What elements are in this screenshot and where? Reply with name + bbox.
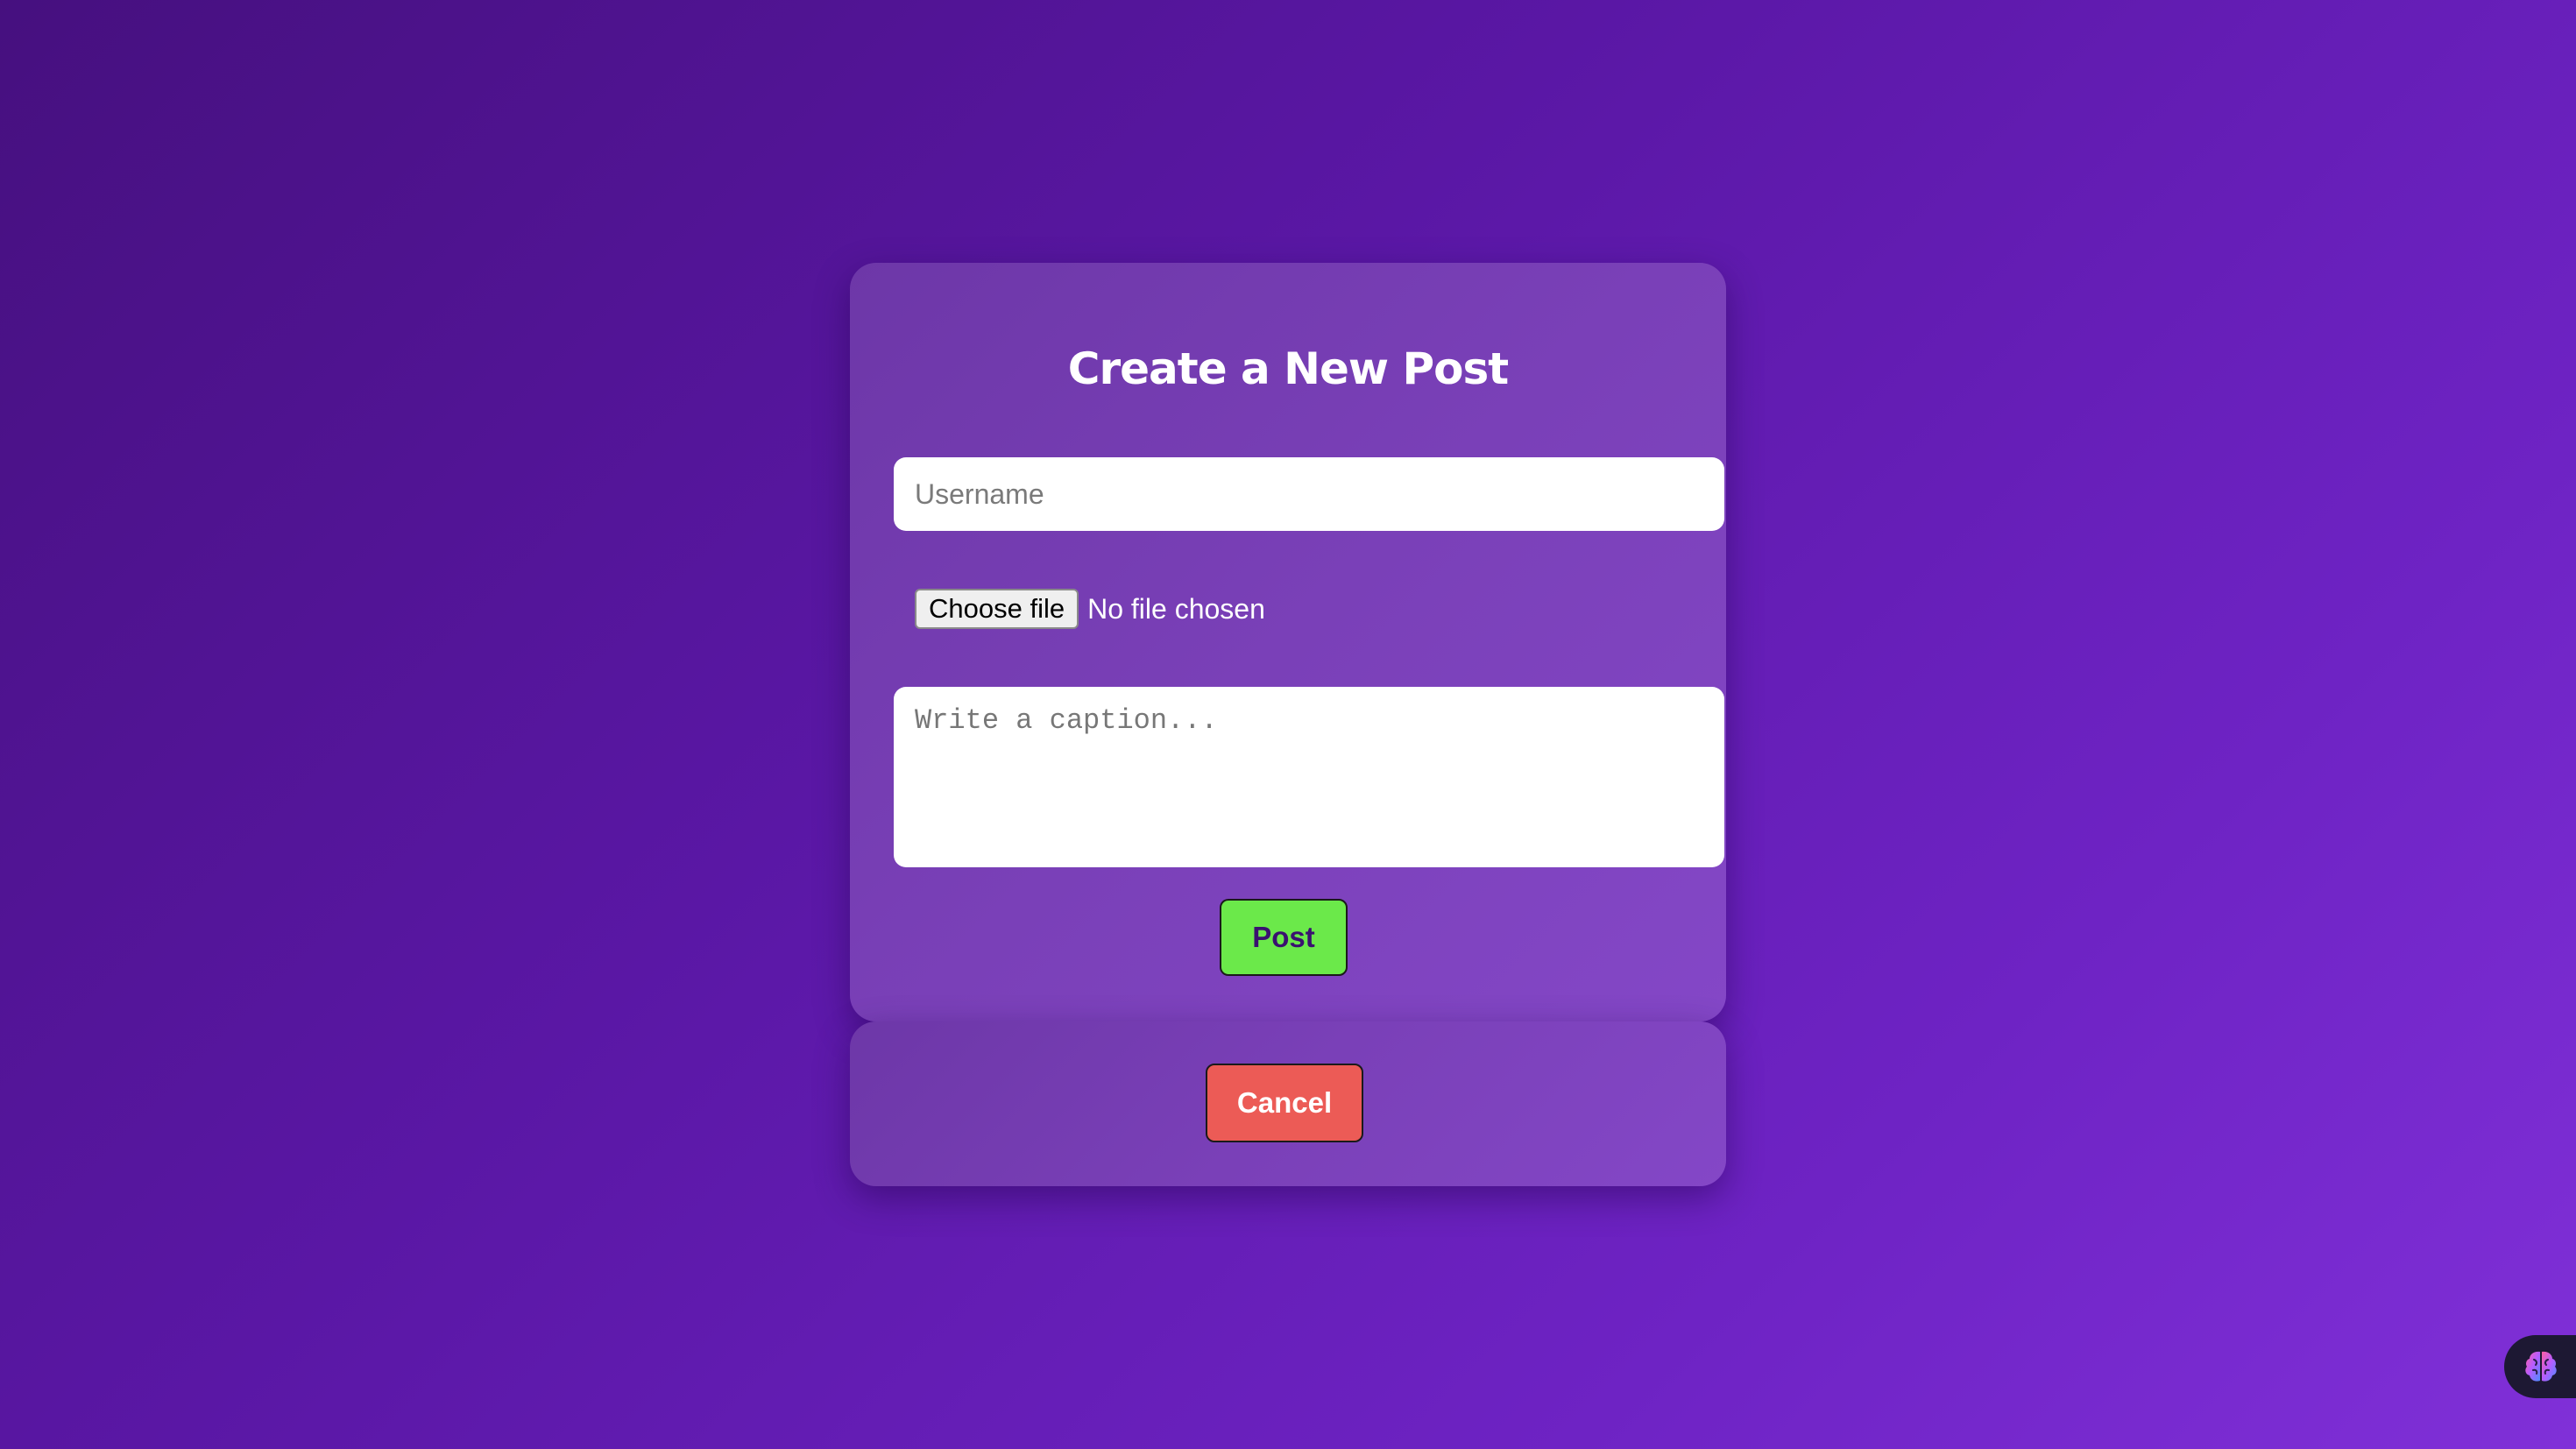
post-button[interactable]: Post — [1220, 899, 1348, 976]
extension-badge[interactable] — [2504, 1335, 2576, 1398]
page-title: Create a New Post — [1067, 343, 1509, 394]
create-post-card: Create a New Post Choose file No file ch… — [850, 263, 1726, 1021]
choose-file-button[interactable]: Choose file — [915, 589, 1079, 629]
brain-icon — [2522, 1347, 2560, 1386]
file-picker: Choose file No file chosen — [915, 589, 1265, 629]
file-status-text: No file chosen — [1087, 592, 1265, 625]
caption-textarea[interactable] — [894, 687, 1724, 867]
username-input[interactable] — [894, 457, 1724, 531]
cancel-card: Cancel — [850, 1021, 1726, 1186]
cancel-button[interactable]: Cancel — [1206, 1064, 1363, 1142]
